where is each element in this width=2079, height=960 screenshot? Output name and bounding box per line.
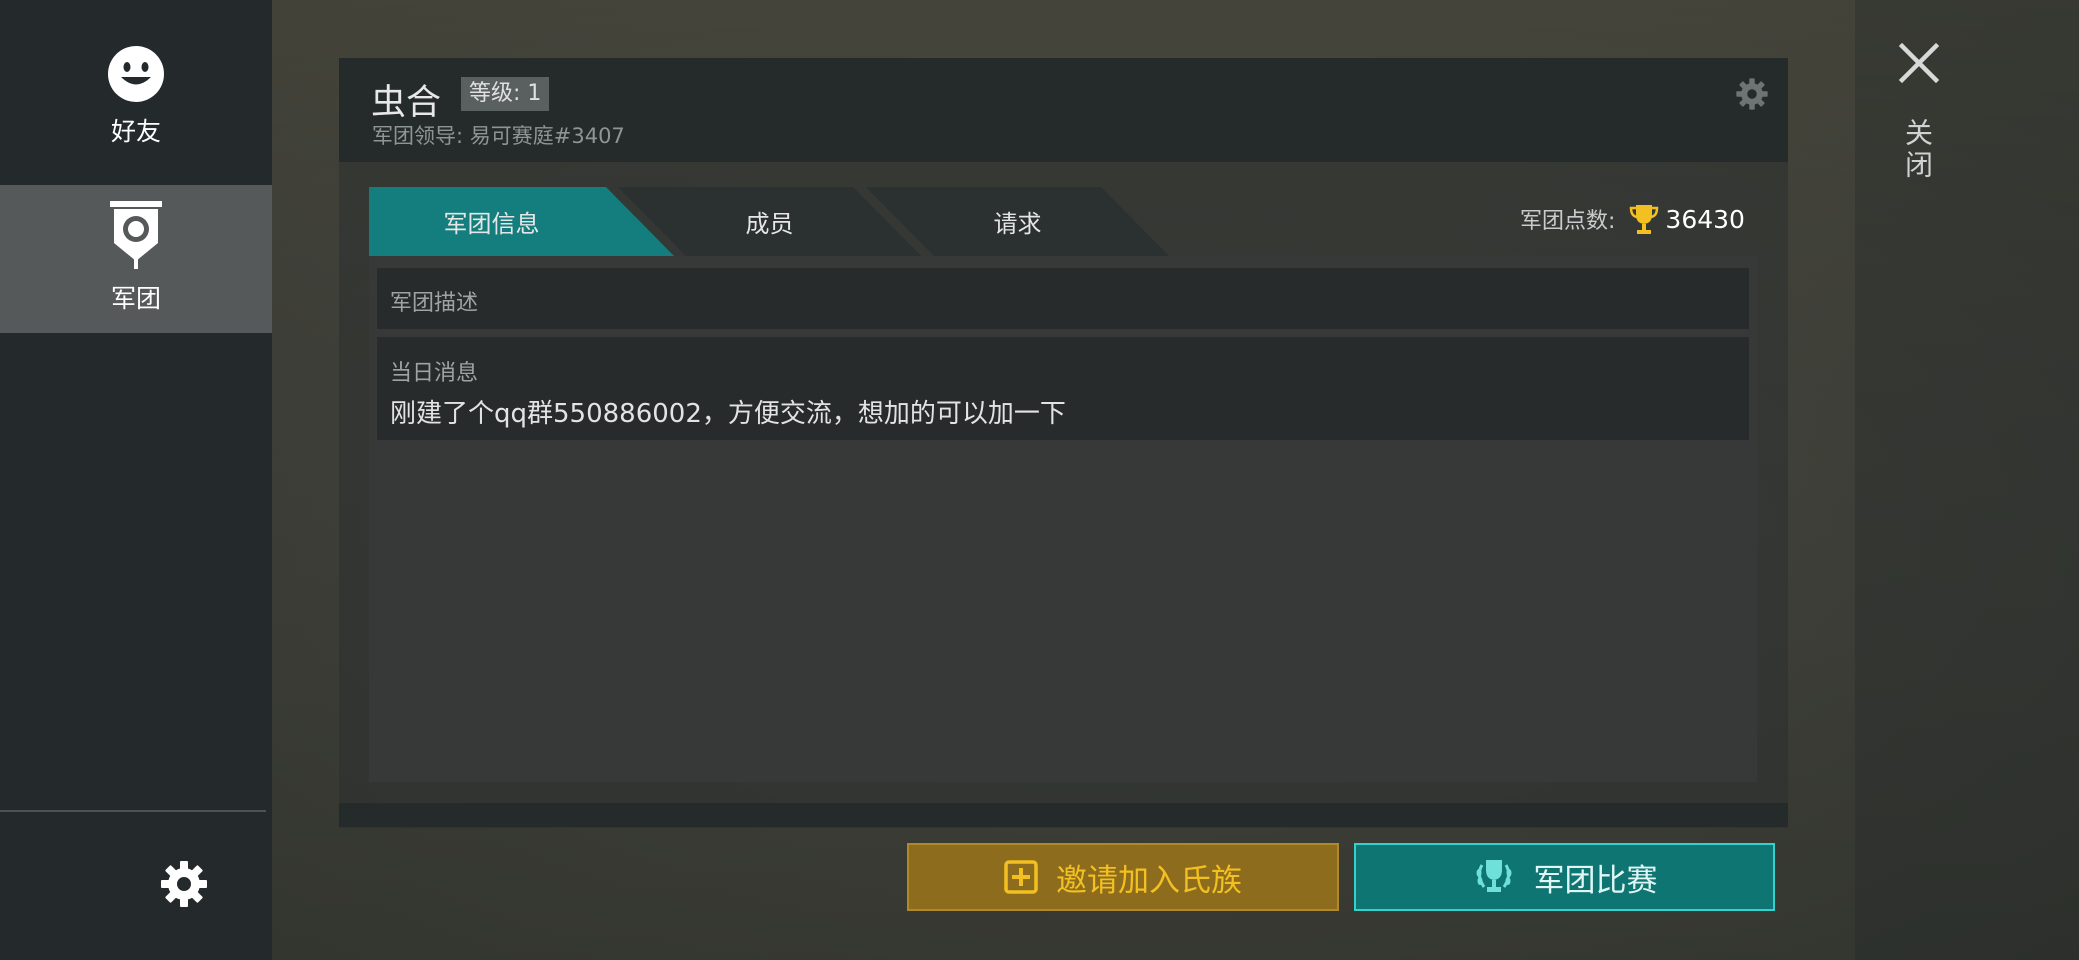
points-label: 军团点数: [1520, 209, 1616, 234]
description-label: 军团描述 [390, 291, 479, 316]
level-badge: 等级: 1 [461, 77, 550, 111]
clan-name: 虫合 [371, 83, 442, 123]
legion-contest-button[interactable]: 军团比赛 [1354, 843, 1775, 911]
invite-to-clan-button[interactable]: 邀请加入氏族 [907, 843, 1339, 911]
sidebar-item-label: 好友 [110, 117, 161, 146]
panel-footer [339, 803, 1788, 827]
sidebar-divider [0, 810, 266, 812]
tab-label: 成员 [745, 210, 794, 238]
legion-points: 军团点数: 36430 [1520, 203, 1745, 235]
legion-banner-icon [110, 201, 162, 269]
laurel-trophy-icon [1476, 860, 1511, 892]
sidebar-item-friends[interactable]: 好友 [0, 0, 272, 185]
message-of-day-text: 刚建了个qq群550886002，方便交流，想加的可以加一下 [390, 399, 1066, 429]
smiley-icon [108, 46, 164, 102]
sidebar: 好友 军团 [0, 0, 272, 960]
contest-button-label: 军团比赛 [1533, 862, 1658, 899]
tab-label: 军团信息 [443, 210, 540, 238]
points-value: 36430 [1665, 204, 1745, 234]
tab-label: 请求 [993, 210, 1042, 238]
legion-info-content [369, 256, 1757, 782]
legion-leader: 军团领导: 易可赛庭#3407 [372, 124, 625, 148]
close-label[interactable]: 关闭 [1901, 118, 1937, 182]
trophy-icon [1630, 205, 1659, 234]
sidebar-item-legion[interactable]: 军团 [0, 185, 272, 333]
gear-icon[interactable] [159, 859, 209, 909]
background-right-strip [1855, 0, 2079, 960]
plus-square-icon [1004, 860, 1038, 894]
close-icon[interactable] [1898, 42, 1940, 84]
message-of-day-label: 当日消息 [390, 361, 479, 386]
description-box [377, 268, 1749, 329]
sidebar-item-label: 军团 [110, 284, 161, 313]
invite-button-label: 邀请加入氏族 [1056, 862, 1242, 899]
gear-icon[interactable] [1735, 77, 1769, 111]
